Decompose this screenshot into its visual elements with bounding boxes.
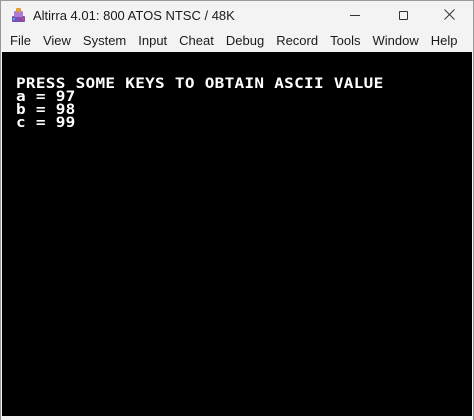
emulator-window: Altirra 4.01: 800 ATOS NTSC / 48K File V… [0,0,474,420]
minimize-button[interactable] [332,1,378,30]
maximize-icon [398,11,408,20]
window-title: Altirra 4.01: 800 ATOS NTSC / 48K [33,8,235,23]
output-line-c: c = 99 [16,113,76,131]
menu-input[interactable]: Input [132,30,173,52]
menu-file[interactable]: File [4,30,37,52]
menu-system[interactable]: System [77,30,132,52]
close-button[interactable] [426,1,472,30]
menu-bar: File View System Input Cheat Debug Recor… [1,30,473,52]
menu-view[interactable]: View [37,30,77,52]
menu-record[interactable]: Record [270,30,324,52]
menu-cheat[interactable]: Cheat [173,30,220,52]
minimize-icon [350,15,360,16]
menu-help[interactable]: Help [425,30,464,52]
window-bottom-border [1,416,473,420]
menu-tools[interactable]: Tools [324,30,366,52]
close-icon [443,7,455,25]
screen-text: PRESS SOME KEYS TO OBTAIN ASCII VALUE a … [16,76,384,131]
maximize-button[interactable] [380,1,426,30]
menu-window[interactable]: Window [366,30,424,52]
altirra-app-icon[interactable] [10,7,27,24]
title-bar[interactable]: Altirra 4.01: 800 ATOS NTSC / 48K [1,1,473,30]
menu-debug[interactable]: Debug [220,30,270,52]
emulator-display[interactable]: PRESS SOME KEYS TO OBTAIN ASCII VALUE a … [2,52,472,416]
